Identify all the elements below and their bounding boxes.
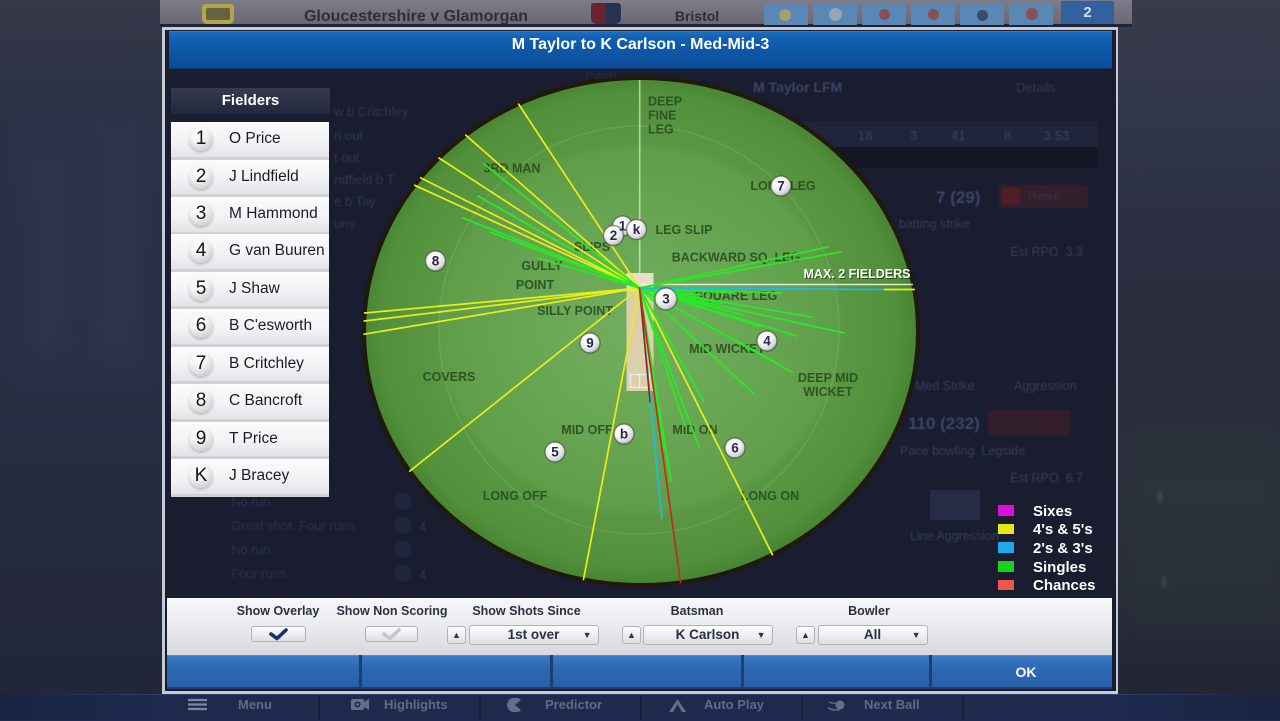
- svg-text:MID OFF: MID OFF: [561, 423, 613, 437]
- svg-text:GULLY: GULLY: [521, 259, 563, 273]
- svg-text:1: 1: [619, 218, 627, 233]
- svg-text:LONG OFF: LONG OFF: [483, 489, 548, 503]
- svg-text:k: k: [633, 222, 641, 237]
- svg-text:9: 9: [586, 335, 594, 350]
- svg-text:MAX. 2 FIELDERS: MAX. 2 FIELDERS: [804, 267, 911, 281]
- svg-text:DEEP: DEEP: [648, 94, 682, 108]
- svg-text:SILLY POINT: SILLY POINT: [537, 304, 613, 318]
- svg-text:8: 8: [432, 253, 440, 268]
- svg-text:b: b: [620, 426, 628, 441]
- svg-text:6: 6: [731, 440, 739, 455]
- svg-text:4: 4: [763, 333, 771, 348]
- svg-text:7: 7: [777, 178, 785, 193]
- svg-text:3: 3: [662, 292, 670, 307]
- svg-text:3RD MAN: 3RD MAN: [484, 161, 541, 175]
- svg-text:5: 5: [551, 444, 559, 459]
- svg-text:POINT: POINT: [516, 278, 555, 292]
- svg-text:DEEP MID: DEEP MID: [798, 371, 858, 385]
- svg-text:LEG SLIP: LEG SLIP: [656, 223, 713, 237]
- svg-text:FINE: FINE: [648, 108, 676, 122]
- svg-text:2: 2: [610, 228, 618, 243]
- svg-text:LEG: LEG: [648, 122, 674, 136]
- svg-text:LONG ON: LONG ON: [741, 489, 799, 503]
- svg-text:COVERS: COVERS: [423, 370, 476, 384]
- svg-text:WICKET: WICKET: [803, 385, 853, 399]
